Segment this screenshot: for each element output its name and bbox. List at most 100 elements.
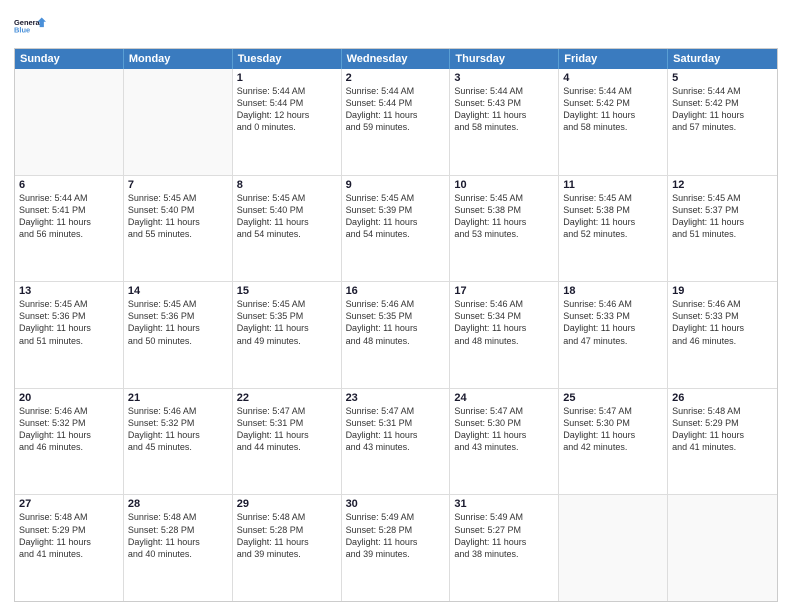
- day-info: Sunrise: 5:44 AM Sunset: 5:42 PM Dayligh…: [672, 85, 773, 134]
- week-row-5: 27Sunrise: 5:48 AM Sunset: 5:29 PM Dayli…: [15, 494, 777, 601]
- day-info: Sunrise: 5:45 AM Sunset: 5:35 PM Dayligh…: [237, 298, 337, 347]
- day-cell-7: 7Sunrise: 5:45 AM Sunset: 5:40 PM Daylig…: [124, 176, 233, 282]
- day-number: 17: [454, 285, 554, 297]
- day-info: Sunrise: 5:44 AM Sunset: 5:44 PM Dayligh…: [346, 85, 446, 134]
- day-number: 25: [563, 392, 663, 404]
- day-number: 6: [19, 179, 119, 191]
- day-cell-25: 25Sunrise: 5:47 AM Sunset: 5:30 PM Dayli…: [559, 389, 668, 495]
- day-cell-13: 13Sunrise: 5:45 AM Sunset: 5:36 PM Dayli…: [15, 282, 124, 388]
- logo-svg: General Blue: [14, 10, 46, 42]
- day-info: Sunrise: 5:45 AM Sunset: 5:40 PM Dayligh…: [237, 192, 337, 241]
- day-cell-27: 27Sunrise: 5:48 AM Sunset: 5:29 PM Dayli…: [15, 495, 124, 601]
- day-info: Sunrise: 5:48 AM Sunset: 5:28 PM Dayligh…: [128, 511, 228, 560]
- day-info: Sunrise: 5:46 AM Sunset: 5:33 PM Dayligh…: [563, 298, 663, 347]
- day-info: Sunrise: 5:48 AM Sunset: 5:29 PM Dayligh…: [19, 511, 119, 560]
- day-number: 19: [672, 285, 773, 297]
- day-cell-21: 21Sunrise: 5:46 AM Sunset: 5:32 PM Dayli…: [124, 389, 233, 495]
- day-cell-1: 1Sunrise: 5:44 AM Sunset: 5:44 PM Daylig…: [233, 69, 342, 175]
- week-row-4: 20Sunrise: 5:46 AM Sunset: 5:32 PM Dayli…: [15, 388, 777, 495]
- day-number: 12: [672, 179, 773, 191]
- day-info: Sunrise: 5:44 AM Sunset: 5:41 PM Dayligh…: [19, 192, 119, 241]
- week-row-2: 6Sunrise: 5:44 AM Sunset: 5:41 PM Daylig…: [15, 175, 777, 282]
- header-cell-tuesday: Tuesday: [233, 49, 342, 69]
- day-cell-28: 28Sunrise: 5:48 AM Sunset: 5:28 PM Dayli…: [124, 495, 233, 601]
- day-info: Sunrise: 5:46 AM Sunset: 5:34 PM Dayligh…: [454, 298, 554, 347]
- calendar-header: SundayMondayTuesdayWednesdayThursdayFrid…: [15, 49, 777, 69]
- day-cell-11: 11Sunrise: 5:45 AM Sunset: 5:38 PM Dayli…: [559, 176, 668, 282]
- calendar-body: 1Sunrise: 5:44 AM Sunset: 5:44 PM Daylig…: [15, 69, 777, 601]
- day-number: 7: [128, 179, 228, 191]
- header-cell-saturday: Saturday: [668, 49, 777, 69]
- day-cell-5: 5Sunrise: 5:44 AM Sunset: 5:42 PM Daylig…: [668, 69, 777, 175]
- day-info: Sunrise: 5:47 AM Sunset: 5:31 PM Dayligh…: [346, 405, 446, 454]
- day-info: Sunrise: 5:45 AM Sunset: 5:36 PM Dayligh…: [19, 298, 119, 347]
- day-number: 20: [19, 392, 119, 404]
- empty-cell: [559, 495, 668, 601]
- day-cell-2: 2Sunrise: 5:44 AM Sunset: 5:44 PM Daylig…: [342, 69, 451, 175]
- day-cell-26: 26Sunrise: 5:48 AM Sunset: 5:29 PM Dayli…: [668, 389, 777, 495]
- day-cell-18: 18Sunrise: 5:46 AM Sunset: 5:33 PM Dayli…: [559, 282, 668, 388]
- day-info: Sunrise: 5:45 AM Sunset: 5:40 PM Dayligh…: [128, 192, 228, 241]
- day-number: 2: [346, 72, 446, 84]
- day-info: Sunrise: 5:47 AM Sunset: 5:30 PM Dayligh…: [563, 405, 663, 454]
- day-number: 14: [128, 285, 228, 297]
- day-info: Sunrise: 5:47 AM Sunset: 5:31 PM Dayligh…: [237, 405, 337, 454]
- day-number: 18: [563, 285, 663, 297]
- day-number: 13: [19, 285, 119, 297]
- day-number: 5: [672, 72, 773, 84]
- day-info: Sunrise: 5:44 AM Sunset: 5:43 PM Dayligh…: [454, 85, 554, 134]
- day-cell-19: 19Sunrise: 5:46 AM Sunset: 5:33 PM Dayli…: [668, 282, 777, 388]
- day-cell-15: 15Sunrise: 5:45 AM Sunset: 5:35 PM Dayli…: [233, 282, 342, 388]
- header-cell-thursday: Thursday: [450, 49, 559, 69]
- day-info: Sunrise: 5:45 AM Sunset: 5:38 PM Dayligh…: [454, 192, 554, 241]
- day-number: 10: [454, 179, 554, 191]
- empty-cell: [15, 69, 124, 175]
- day-info: Sunrise: 5:46 AM Sunset: 5:33 PM Dayligh…: [672, 298, 773, 347]
- day-cell-16: 16Sunrise: 5:46 AM Sunset: 5:35 PM Dayli…: [342, 282, 451, 388]
- day-info: Sunrise: 5:46 AM Sunset: 5:32 PM Dayligh…: [19, 405, 119, 454]
- day-number: 1: [237, 72, 337, 84]
- day-number: 28: [128, 498, 228, 510]
- day-number: 22: [237, 392, 337, 404]
- day-info: Sunrise: 5:49 AM Sunset: 5:27 PM Dayligh…: [454, 511, 554, 560]
- header-cell-monday: Monday: [124, 49, 233, 69]
- day-cell-22: 22Sunrise: 5:47 AM Sunset: 5:31 PM Dayli…: [233, 389, 342, 495]
- day-info: Sunrise: 5:44 AM Sunset: 5:42 PM Dayligh…: [563, 85, 663, 134]
- day-cell-9: 9Sunrise: 5:45 AM Sunset: 5:39 PM Daylig…: [342, 176, 451, 282]
- day-number: 26: [672, 392, 773, 404]
- day-cell-17: 17Sunrise: 5:46 AM Sunset: 5:34 PM Dayli…: [450, 282, 559, 388]
- week-row-1: 1Sunrise: 5:44 AM Sunset: 5:44 PM Daylig…: [15, 69, 777, 175]
- day-number: 3: [454, 72, 554, 84]
- day-cell-24: 24Sunrise: 5:47 AM Sunset: 5:30 PM Dayli…: [450, 389, 559, 495]
- day-number: 31: [454, 498, 554, 510]
- day-cell-14: 14Sunrise: 5:45 AM Sunset: 5:36 PM Dayli…: [124, 282, 233, 388]
- day-info: Sunrise: 5:45 AM Sunset: 5:38 PM Dayligh…: [563, 192, 663, 241]
- day-info: Sunrise: 5:45 AM Sunset: 5:37 PM Dayligh…: [672, 192, 773, 241]
- day-cell-29: 29Sunrise: 5:48 AM Sunset: 5:28 PM Dayli…: [233, 495, 342, 601]
- calendar: SundayMondayTuesdayWednesdayThursdayFrid…: [14, 48, 778, 602]
- day-number: 9: [346, 179, 446, 191]
- day-number: 21: [128, 392, 228, 404]
- day-number: 29: [237, 498, 337, 510]
- logo: General Blue: [14, 10, 46, 42]
- day-info: Sunrise: 5:44 AM Sunset: 5:44 PM Dayligh…: [237, 85, 337, 134]
- header-cell-friday: Friday: [559, 49, 668, 69]
- day-info: Sunrise: 5:47 AM Sunset: 5:30 PM Dayligh…: [454, 405, 554, 454]
- day-cell-8: 8Sunrise: 5:45 AM Sunset: 5:40 PM Daylig…: [233, 176, 342, 282]
- day-cell-30: 30Sunrise: 5:49 AM Sunset: 5:28 PM Dayli…: [342, 495, 451, 601]
- day-cell-20: 20Sunrise: 5:46 AM Sunset: 5:32 PM Dayli…: [15, 389, 124, 495]
- day-number: 27: [19, 498, 119, 510]
- day-cell-23: 23Sunrise: 5:47 AM Sunset: 5:31 PM Dayli…: [342, 389, 451, 495]
- day-cell-10: 10Sunrise: 5:45 AM Sunset: 5:38 PM Dayli…: [450, 176, 559, 282]
- day-number: 24: [454, 392, 554, 404]
- day-info: Sunrise: 5:46 AM Sunset: 5:35 PM Dayligh…: [346, 298, 446, 347]
- day-number: 16: [346, 285, 446, 297]
- empty-cell: [668, 495, 777, 601]
- week-row-3: 13Sunrise: 5:45 AM Sunset: 5:36 PM Dayli…: [15, 281, 777, 388]
- header-cell-wednesday: Wednesday: [342, 49, 451, 69]
- day-cell-3: 3Sunrise: 5:44 AM Sunset: 5:43 PM Daylig…: [450, 69, 559, 175]
- day-info: Sunrise: 5:45 AM Sunset: 5:39 PM Dayligh…: [346, 192, 446, 241]
- header-cell-sunday: Sunday: [15, 49, 124, 69]
- svg-text:Blue: Blue: [14, 25, 30, 34]
- day-info: Sunrise: 5:49 AM Sunset: 5:28 PM Dayligh…: [346, 511, 446, 560]
